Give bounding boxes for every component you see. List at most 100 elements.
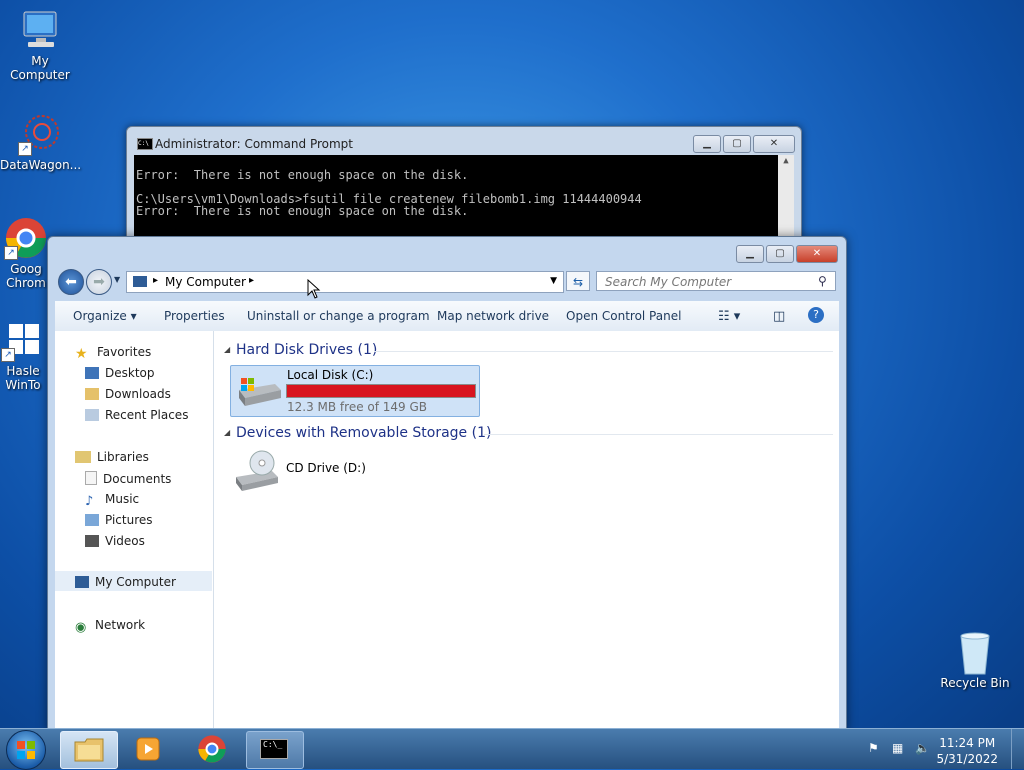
close-button[interactable]: ✕ [753, 135, 795, 153]
console-line: Error: There is not enough space on the … [136, 168, 469, 182]
collapse-group-icon[interactable]: ◢ [224, 428, 230, 437]
chrome-icon [198, 735, 226, 763]
drive-name: Local Disk (C:) [287, 368, 374, 382]
media-player-icon [136, 737, 160, 761]
breadcrumb[interactable]: My Computer [165, 275, 246, 289]
group-header-hard-disk-drives[interactable]: Hard Disk Drives (1) [236, 342, 377, 358]
title-bar[interactable]: C:\ Administrator: Command Prompt ▁ ▢ ✕ [127, 127, 801, 155]
clock-date: 5/31/2022 [936, 752, 998, 766]
help-icon[interactable]: ? [808, 307, 824, 323]
organize-button[interactable]: Organize ▾ [73, 309, 137, 323]
nav-libraries[interactable]: Libraries [75, 450, 149, 464]
videos-icon [85, 535, 99, 547]
windows-logo-icon [17, 741, 35, 759]
command-bar: Organize ▾ Properties Uninstall or chang… [55, 301, 839, 332]
desktop-icon-haslewinto[interactable]: ↗ Hasle WinTo [0, 318, 50, 392]
datawagon-icon: ↗ [18, 112, 62, 156]
maximize-button[interactable]: ▢ [723, 135, 751, 153]
taskbar-cmd-button[interactable]: C:\_ [246, 731, 304, 769]
taskbar-explorer-button[interactable] [60, 731, 118, 769]
taskbar-chrome-button[interactable] [184, 731, 240, 767]
downloads-folder-icon [85, 388, 99, 400]
nav-favorites[interactable]: ★ Favorites [75, 345, 152, 362]
search-icon[interactable]: ⚲ [818, 274, 827, 288]
recent-pages-dropdown[interactable]: ▼ [114, 275, 120, 284]
computer-icon [75, 576, 89, 588]
nav-my-computer-selected[interactable]: My Computer [55, 571, 212, 591]
content-pane[interactable]: ◢ Hard Disk Drives (1) Local Disk (C:) 1… [214, 331, 839, 731]
close-button[interactable]: ✕ [796, 245, 838, 263]
nav-label: Libraries [97, 450, 149, 464]
system-clock[interactable]: 11:24 PM 5/31/2022 [936, 735, 998, 767]
desktop-icon-label: Recycle Bin [940, 676, 1010, 690]
chevron-right-icon[interactable]: ▸ [153, 275, 158, 286]
organize-label: Organize [73, 309, 127, 323]
back-button[interactable]: ⬅ [58, 269, 84, 295]
disk-usage-fill [287, 385, 475, 397]
scroll-up-icon[interactable]: ▲ [778, 155, 794, 167]
nav-videos[interactable]: Videos [85, 534, 145, 548]
nav-documents[interactable]: Documents [85, 471, 171, 486]
nav-desktop[interactable]: Desktop [85, 366, 155, 380]
chevron-right-icon[interactable]: ▸ [249, 275, 254, 286]
group-header-removable-storage[interactable]: Devices with Removable Storage (1) [236, 425, 491, 441]
address-bar[interactable]: ▸ My Computer ▸ ▼ [126, 271, 564, 293]
shortcut-arrow-icon: ↗ [18, 142, 32, 156]
action-center-flag-icon[interactable]: ⚑ [868, 741, 882, 755]
nav-network[interactable]: ◉ Network [75, 618, 146, 635]
explorer-window[interactable]: ▁ ▢ ✕ ⬅ ➡ ▼ ▸ My Computer ▸ ▼ ⇆ Search M… [47, 236, 847, 732]
nav-recent-places[interactable]: Recent Places [85, 408, 188, 422]
windows-logo-icon: ↗ [1, 318, 45, 362]
minimize-button[interactable]: ▁ [736, 245, 764, 263]
desktop-icon-label: Hasle WinTo [5, 364, 41, 392]
cd-drive-icon [236, 450, 278, 491]
mouse-cursor-icon [307, 279, 321, 299]
preview-pane-icon[interactable]: ◫ [773, 309, 785, 324]
desktop-icon-my-computer[interactable]: My Computer [0, 8, 80, 82]
nav-pictures[interactable]: Pictures [85, 513, 153, 527]
group-divider [484, 434, 833, 435]
navigation-pane[interactable]: ★ Favorites Desktop Downloads Recent Plac… [55, 331, 214, 731]
nav-label: Desktop [105, 366, 155, 380]
drive-tile-c[interactable]: Local Disk (C:) 12.3 MB free of 149 GB [230, 365, 480, 417]
nav-label: Favorites [97, 345, 152, 359]
desktop-icon-datawagon[interactable]: ↗ DataWagon... [0, 112, 81, 172]
forward-button[interactable]: ➡ [86, 269, 112, 295]
properties-button[interactable]: Properties [164, 309, 225, 323]
collapse-group-icon[interactable]: ◢ [224, 345, 230, 354]
disk-usage-bar [286, 384, 476, 398]
refresh-button[interactable]: ⇆ [566, 271, 590, 291]
taskbar-media-player-button[interactable] [122, 731, 178, 767]
open-control-panel-button[interactable]: Open Control Panel [566, 309, 681, 323]
window-title: Administrator: Command Prompt [155, 137, 353, 151]
nav-label: Documents [103, 472, 172, 486]
volume-icon[interactable]: 🔈 [915, 741, 930, 755]
computer-icon [133, 276, 147, 287]
address-dropdown-icon[interactable]: ▼ [550, 276, 557, 286]
nav-label: My Computer [95, 575, 176, 589]
nav-downloads[interactable]: Downloads [85, 387, 171, 401]
console-line: Error: There is not enough space on the … [136, 204, 469, 218]
search-input[interactable]: Search My Computer [596, 271, 836, 291]
recycle-bin-icon [953, 630, 997, 675]
network-status-icon[interactable]: ▦ [892, 741, 906, 755]
maximize-button[interactable]: ▢ [766, 245, 794, 263]
nav-label: Network [95, 618, 146, 632]
clock-time: 11:24 PM [939, 736, 996, 750]
nav-label: Recent Places [105, 408, 189, 422]
show-desktop-button[interactable] [1011, 729, 1024, 769]
minimize-button[interactable]: ▁ [693, 135, 721, 153]
map-network-drive-button[interactable]: Map network drive [437, 309, 549, 323]
music-icon: ♪ [85, 494, 94, 509]
nav-music[interactable]: ♪ Music [85, 492, 139, 509]
hard-drive-icon [239, 378, 281, 406]
drive-tile-d[interactable]: CD Drive (D:) [230, 449, 478, 499]
uninstall-program-button[interactable]: Uninstall or change a program [247, 309, 430, 323]
view-options-icon[interactable]: ☷ ▾ [718, 309, 740, 324]
nav-my-computer[interactable]: My Computer [75, 575, 176, 589]
desktop-icon-label: My Computer [10, 54, 70, 82]
chrome-icon: ↗ [4, 216, 48, 260]
start-button[interactable] [6, 730, 46, 770]
desktop-icon-recycle-bin[interactable]: Recycle Bin [935, 630, 1015, 690]
drive-free-space: 12.3 MB free of 149 GB [287, 400, 428, 414]
